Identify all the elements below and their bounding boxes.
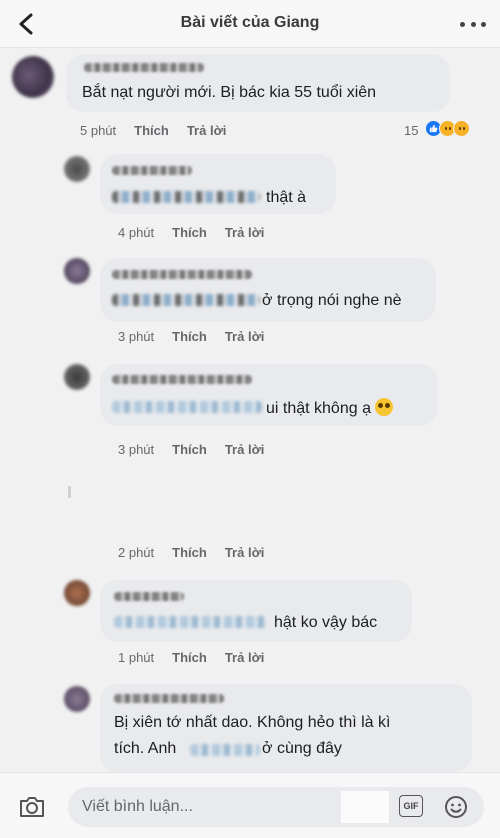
- comment-time: 3 phút: [118, 329, 155, 344]
- avatar[interactable]: [64, 686, 90, 712]
- redacted-text: [112, 294, 260, 306]
- gif-button[interactable]: GIF: [399, 795, 423, 817]
- comment-text-content: ui thật không ạ: [266, 400, 371, 417]
- commenter-name-blurred: [112, 270, 252, 279]
- comment-text: thật à: [266, 189, 307, 206]
- comment-time: 2 phút: [118, 545, 155, 560]
- reactions[interactable]: [425, 120, 470, 137]
- like-button[interactable]: Thích: [172, 545, 207, 560]
- redacted-text: [190, 744, 260, 756]
- comment-meta: 4 phút Thích Trả lời: [118, 225, 264, 240]
- comment-time: 4 phút: [118, 225, 155, 240]
- reply-button[interactable]: Trả lời: [225, 225, 265, 240]
- top-bar: Bài viết của Giang: [0, 0, 500, 48]
- more-dots-icon: [460, 21, 465, 27]
- comment-time: 3 phút: [118, 442, 155, 457]
- comment-text: Bắt nạt người mới. Bị bác kia 55 tuổi xi…: [82, 84, 377, 101]
- camera-icon: [20, 797, 44, 817]
- comment-time: 1 phút: [118, 650, 155, 665]
- comment-meta: 3 phút Thích Trả lời: [118, 329, 264, 344]
- faint-mark: [68, 486, 71, 498]
- comment-thread: Bắt nạt người mới. Bị bác kia 55 tuổi xi…: [0, 48, 500, 772]
- comment-text: ở trọng nói nghe nè: [262, 292, 402, 309]
- redacted-text: [112, 401, 262, 413]
- avatar[interactable]: [12, 56, 54, 98]
- comment-text: hật ko vậy bác: [274, 614, 378, 631]
- like-button[interactable]: Thích: [172, 650, 207, 665]
- commenter-name-blurred: [112, 375, 252, 384]
- redacted-patch: [341, 791, 389, 823]
- like-button[interactable]: Thích: [172, 225, 207, 240]
- redacted-text: [114, 616, 268, 628]
- reply-button[interactable]: Trả lời: [225, 545, 265, 560]
- pleading-face-icon: [374, 398, 393, 416]
- redacted-text: [112, 191, 260, 203]
- reply-button[interactable]: Trả lời: [187, 123, 227, 138]
- reply-button[interactable]: Trả lời: [225, 329, 265, 344]
- comment-meta: 3 phút Thích Trả lời: [118, 442, 264, 457]
- comment-meta: 2 phút Thích Trả lời: [118, 545, 264, 560]
- comment-text: Bị xiên tớ nhất dao. Không hẻo thì là kì: [114, 714, 391, 731]
- comment-text: ui thật không ạ: [266, 398, 393, 418]
- comment-bubble: [100, 258, 436, 322]
- commenter-name-blurred: [112, 166, 192, 175]
- smiley-icon: [445, 796, 467, 818]
- avatar[interactable]: [64, 364, 90, 390]
- comment-time: 5 phút: [80, 123, 117, 138]
- reply-button[interactable]: Trả lời: [225, 442, 265, 457]
- commenter-name-blurred: [114, 592, 184, 601]
- sad-reaction-icon: [453, 120, 470, 137]
- avatar[interactable]: [64, 156, 90, 182]
- like-button[interactable]: Thích: [134, 123, 169, 138]
- sticker-button[interactable]: [444, 795, 468, 819]
- like-button[interactable]: Thích: [172, 442, 207, 457]
- like-button[interactable]: Thích: [172, 329, 207, 344]
- avatar[interactable]: [64, 580, 90, 606]
- more-options-button[interactable]: [460, 16, 486, 32]
- comment-text: ở cùng đây: [262, 740, 342, 757]
- reaction-count: 15: [404, 123, 419, 138]
- camera-button[interactable]: [18, 795, 46, 819]
- comment-composer: GIF: [0, 772, 500, 838]
- commenter-name-blurred: [114, 694, 224, 703]
- commenter-name-blurred: [84, 63, 204, 72]
- avatar[interactable]: [64, 258, 90, 284]
- comment-bubble: [100, 580, 412, 642]
- page-title: Bài viết của Giang: [180, 14, 320, 31]
- comment-meta: 5 phút Thích Trả lời: [80, 123, 226, 138]
- comment-text: tích. Anh: [114, 740, 177, 757]
- reply-button[interactable]: Trả lời: [225, 650, 265, 665]
- comment-meta: 1 phút Thích Trả lời: [118, 650, 264, 665]
